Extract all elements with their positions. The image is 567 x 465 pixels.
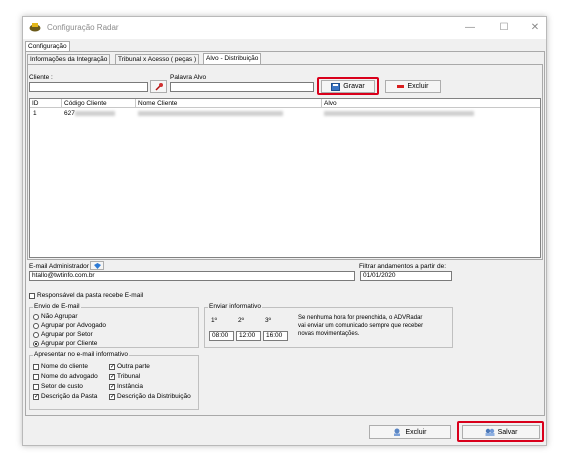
grid-header-nome-cliente[interactable]: Nome Cliente [136, 99, 322, 108]
enviar-note-line-2: vai enviar um comunicado sempre que rece… [298, 323, 424, 329]
cliente-input[interactable] [29, 82, 148, 92]
redacted-nome-cliente [138, 111, 283, 116]
radio-agrupar-advogado[interactable] [33, 323, 39, 329]
check-instancia-label: Instância [117, 383, 144, 390]
info-gem-icon [93, 262, 101, 269]
check-nome-cliente[interactable] [33, 364, 39, 370]
tab-alvo-distribuicao[interactable]: Alvo - Distribuição [203, 53, 262, 64]
radio-nao-agrupar[interactable] [33, 314, 39, 320]
redacted-alvo [324, 111, 474, 116]
gravar-highlight-box [317, 77, 379, 95]
grid-header-id[interactable]: ID [30, 99, 62, 108]
radio-agrupar-setor[interactable] [33, 332, 39, 338]
redacted-codigo [75, 111, 115, 116]
email-admin-label: E-mail Administrador [29, 263, 89, 270]
lookup-pin-icon [154, 82, 163, 91]
palavra-alvo-label: Palavra Alvo [170, 74, 207, 81]
configuracao-radar-window: Configuração Radar — ☐ ✕ Configuração In… [22, 16, 547, 446]
close-button[interactable]: ✕ [523, 20, 547, 36]
grid-header-alvo[interactable]: Alvo [322, 99, 540, 108]
enviar-time-3-input[interactable]: 16:00 [263, 331, 288, 341]
alvo-grid[interactable]: ID Código Cliente Nome Cliente Alvo 1 62… [29, 98, 541, 258]
check-instancia[interactable]: ✓ [109, 384, 115, 390]
radio-nao-agrupar-label: Não Agrupar [41, 313, 78, 320]
title-bar: Configuração Radar — ☐ ✕ [23, 17, 546, 39]
apresentar-title: Apresentar no e-mail informativo [33, 351, 129, 358]
footer-excluir-label: Excluir [405, 428, 427, 436]
email-admin-info-button[interactable] [90, 261, 104, 270]
cliente-lookup-button[interactable] [150, 80, 167, 93]
window-title: Configuração Radar [47, 23, 119, 32]
check-descricao-pasta-label: Descrição da Pasta [41, 393, 98, 400]
check-outra-parte[interactable]: ✓ [109, 364, 115, 370]
enviar-time-2-input[interactable]: 12:00 [236, 331, 261, 341]
remove-dash-icon [397, 85, 405, 88]
tab-tribunal-acesso[interactable]: Tribunal x Acesso ( peças ) [115, 54, 200, 64]
radio-agrupar-cliente[interactable] [33, 341, 39, 347]
tab-informacoes-integracao[interactable]: Informações da Integração [27, 54, 111, 64]
filtrar-date-input[interactable]: 01/01/2020 [360, 271, 452, 281]
maximize-button[interactable]: ☐ [492, 20, 516, 36]
palavra-alvo-input[interactable] [170, 82, 314, 92]
enviar-time-1-input[interactable]: 08:00 [209, 331, 234, 341]
enviar-informativo-title: Enviar informativo [208, 303, 263, 310]
radar-app-icon [29, 23, 41, 32]
responsavel-checkbox[interactable] [29, 293, 35, 299]
check-nome-advogado-label: Nome do advogado [41, 373, 98, 380]
salvar-highlight-box [457, 421, 544, 442]
check-nome-advogado[interactable] [33, 374, 39, 380]
excluir-label: Excluir [407, 83, 429, 90]
grid-header-codigo-cliente[interactable]: Código Cliente [62, 99, 136, 108]
check-outra-parte-label: Outra parte [117, 363, 150, 370]
responsavel-label: Responsável da pasta recebe E-mail [37, 292, 144, 299]
enviar-col-3-label: 3º [265, 317, 271, 324]
footer-excluir-button[interactable]: Excluir [369, 425, 451, 439]
check-descricao-pasta[interactable]: ✓ [33, 394, 39, 400]
cell-codigo: 627 [64, 110, 75, 117]
cell-id: 1 [33, 110, 37, 117]
check-setor-custo-label: Setor de custo [41, 383, 83, 390]
excluir-button[interactable]: Excluir [385, 80, 441, 93]
email-admin-input[interactable]: htallo@twtinfo.com.br [29, 271, 355, 281]
minimize-button[interactable]: — [458, 20, 482, 36]
enviar-col-2-label: 2º [238, 317, 244, 324]
envio-email-title: Envio de E-mail [33, 303, 81, 310]
delete-person-icon [394, 428, 401, 436]
check-setor-custo[interactable] [33, 384, 39, 390]
enviar-col-1-label: 1º [211, 317, 217, 324]
enviar-note-line-3: novas movimentações. [298, 331, 360, 337]
filtrar-label: Filtrar andamentos a partir de: [359, 263, 447, 270]
radio-agrupar-cliente-label: Agrupar por Cliente [41, 340, 98, 347]
cliente-label: Cliente : [29, 74, 53, 81]
check-tribunal[interactable]: ✓ [109, 374, 115, 380]
radio-agrupar-setor-label: Agrupar por Setor [41, 331, 93, 338]
check-descricao-distribuicao[interactable]: ✓ [109, 394, 115, 400]
check-nome-cliente-label: Nome do cliente [41, 363, 88, 370]
radio-agrupar-advogado-label: Agrupar por Advogado [41, 322, 107, 329]
enviar-note-line-1: Se nenhuma hora for preenchida, o ADVRad… [298, 315, 423, 321]
check-tribunal-label: Tribunal [117, 373, 141, 380]
check-descricao-distribuicao-label: Descrição da Distribuição [117, 393, 191, 400]
